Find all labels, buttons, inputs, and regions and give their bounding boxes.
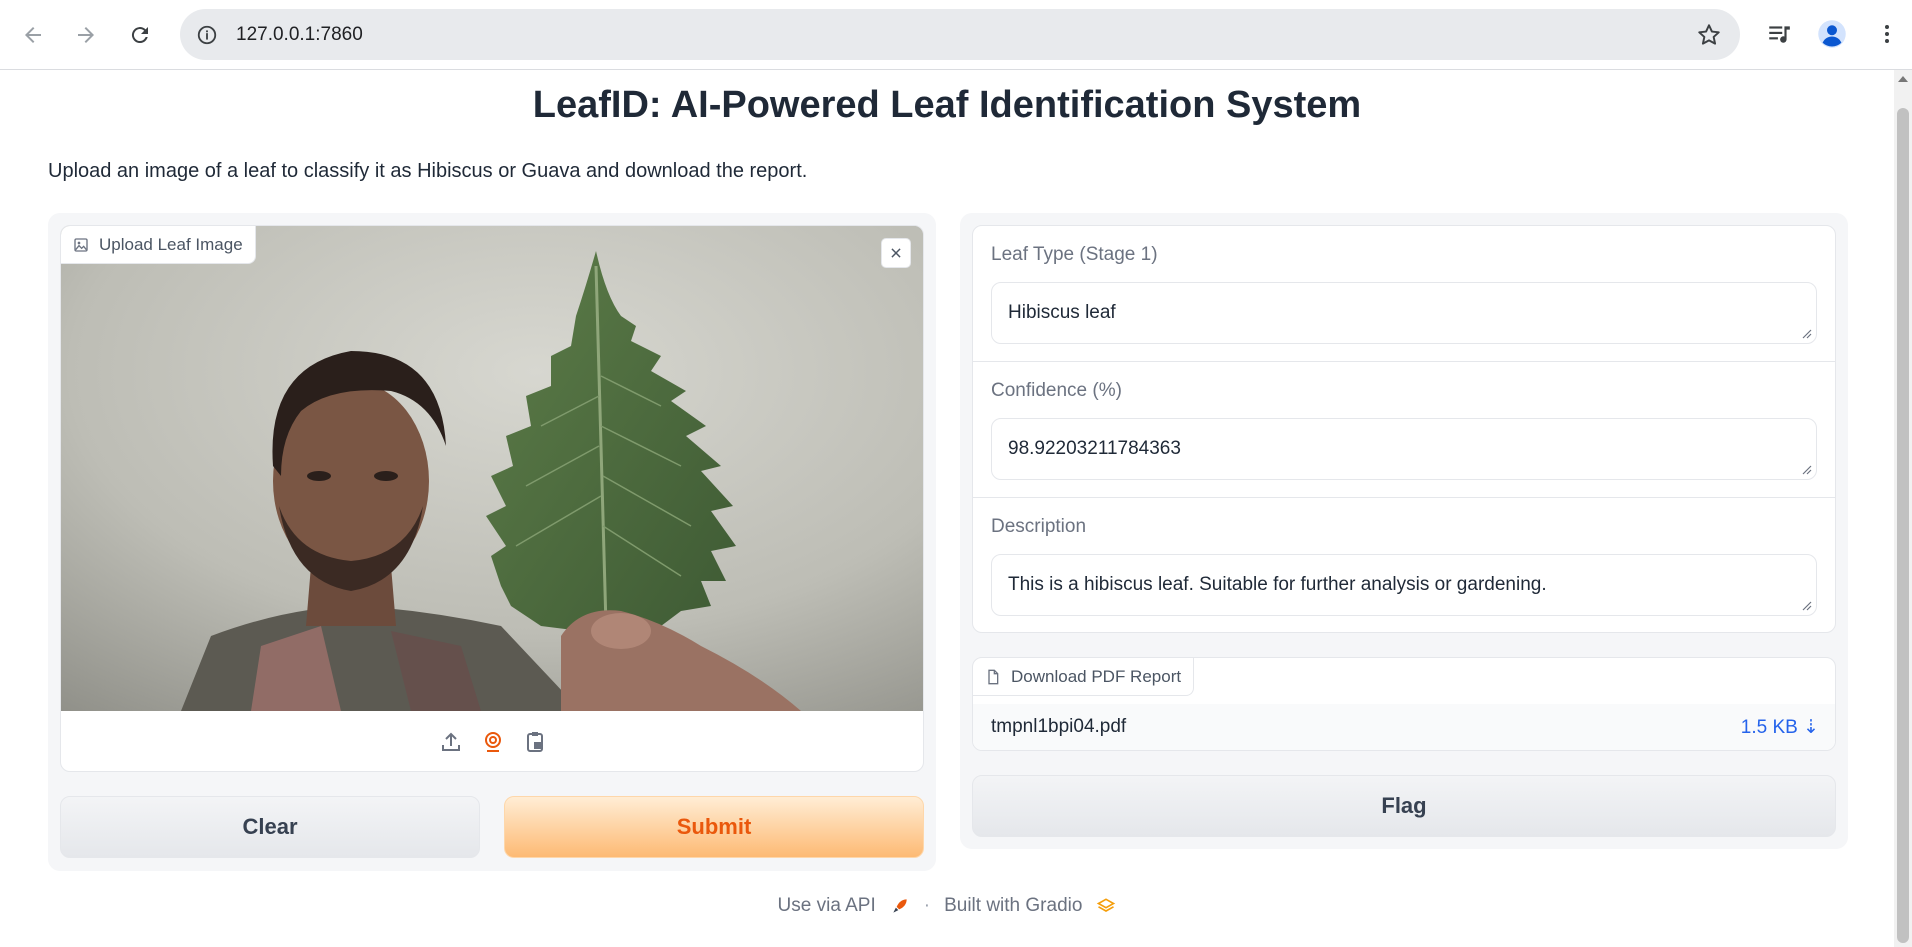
description-textbox[interactable]: This is a hibiscus leaf. Suitable for fu… [991, 554, 1817, 616]
resize-grip-icon[interactable] [1800, 463, 1812, 475]
submit-button[interactable]: Submit [504, 796, 924, 858]
image-icon [74, 237, 88, 252]
image-label: Upload Leaf Image [61, 226, 256, 264]
browser-menu-icon[interactable] [1872, 19, 1902, 49]
page-scrollbar[interactable] [1894, 70, 1912, 947]
reload-button[interactable] [121, 16, 159, 54]
url-text[interactable]: 127.0.0.1:7860 [236, 24, 363, 46]
page-content: LeafID: AI-Powered Leaf Identification S… [0, 70, 1894, 947]
output-panel: Leaf Type (Stage 1) Hibiscus leaf Confid… [960, 213, 1848, 849]
reload-icon [131, 27, 148, 44]
forward-button[interactable] [67, 16, 105, 54]
resize-grip-icon[interactable] [1800, 599, 1812, 611]
use-via-api-link[interactable]: Use via API [778, 895, 876, 917]
address-bar[interactable]: 127.0.0.1:7860 [180, 9, 1740, 60]
image-upload-component[interactable]: Upload Leaf Image [60, 225, 924, 772]
description-field: Description This is a hibiscus leaf. Sui… [973, 498, 1835, 632]
footer-separator: · [923, 895, 931, 916]
uploaded-image [61, 226, 923, 711]
resize-grip-icon[interactable] [1800, 327, 1812, 339]
scroll-up-arrow-icon[interactable] [1898, 76, 1908, 82]
browser-toolbar: 127.0.0.1:7860 [0, 0, 1912, 70]
scrollbar-thumb[interactable] [1897, 108, 1909, 943]
gradio-logo-icon [1097, 898, 1116, 912]
profile-avatar-icon[interactable] [1817, 19, 1847, 49]
footer: Use via API · Built with Gradio [0, 895, 1894, 917]
clear-image-button[interactable] [881, 238, 911, 268]
confidence-field: Confidence (%) 98.92203211784363 [973, 362, 1835, 498]
leaf-type-label: Leaf Type (Stage 1) [991, 244, 1158, 265]
rocket-icon [893, 899, 907, 913]
confidence-textbox[interactable]: 98.92203211784363 [991, 418, 1817, 480]
pdf-report-component: Download PDF Report tmpnl1bpi04.pdf 1.5 … [972, 657, 1836, 751]
back-arrow-icon [25, 27, 41, 43]
bookmark-star-icon[interactable] [1696, 22, 1722, 48]
output-fields: Leaf Type (Stage 1) Hibiscus leaf Confid… [972, 225, 1836, 633]
back-button[interactable] [14, 16, 52, 54]
webcam-icon[interactable] [479, 728, 507, 756]
flag-button[interactable]: Flag [972, 775, 1836, 837]
built-with-gradio-link[interactable]: Built with Gradio [944, 895, 1082, 917]
upload-icon[interactable] [437, 728, 465, 756]
site-info-icon[interactable] [194, 22, 220, 48]
file-icon [988, 669, 999, 684]
confidence-label: Confidence (%) [991, 380, 1122, 401]
description-label: Description [991, 516, 1087, 537]
media-controls-icon[interactable] [1764, 19, 1794, 49]
leaf-type-field: Leaf Type (Stage 1) Hibiscus leaf [973, 226, 1835, 362]
leaf-type-textbox[interactable]: Hibiscus leaf [991, 282, 1817, 344]
file-download-link[interactable]: 1.5 KB ⇣ [1741, 716, 1819, 739]
close-icon [891, 248, 901, 258]
file-row[interactable]: tmpnl1bpi04.pdf 1.5 KB ⇣ [973, 704, 1835, 750]
forward-arrow-icon [78, 27, 94, 43]
pdf-report-label: Download PDF Report [973, 658, 1195, 696]
page-title: LeafID: AI-Powered Leaf Identification S… [532, 84, 1362, 126]
clear-button[interactable]: Clear [60, 796, 480, 858]
clipboard-icon[interactable] [521, 728, 549, 756]
file-name: tmpnl1bpi04.pdf [991, 716, 1127, 737]
input-panel: Upload Leaf Image Clear Submit [48, 213, 936, 871]
page-description: Upload an image of a leaf to classify it… [48, 160, 808, 182]
image-source-bar [61, 711, 923, 771]
